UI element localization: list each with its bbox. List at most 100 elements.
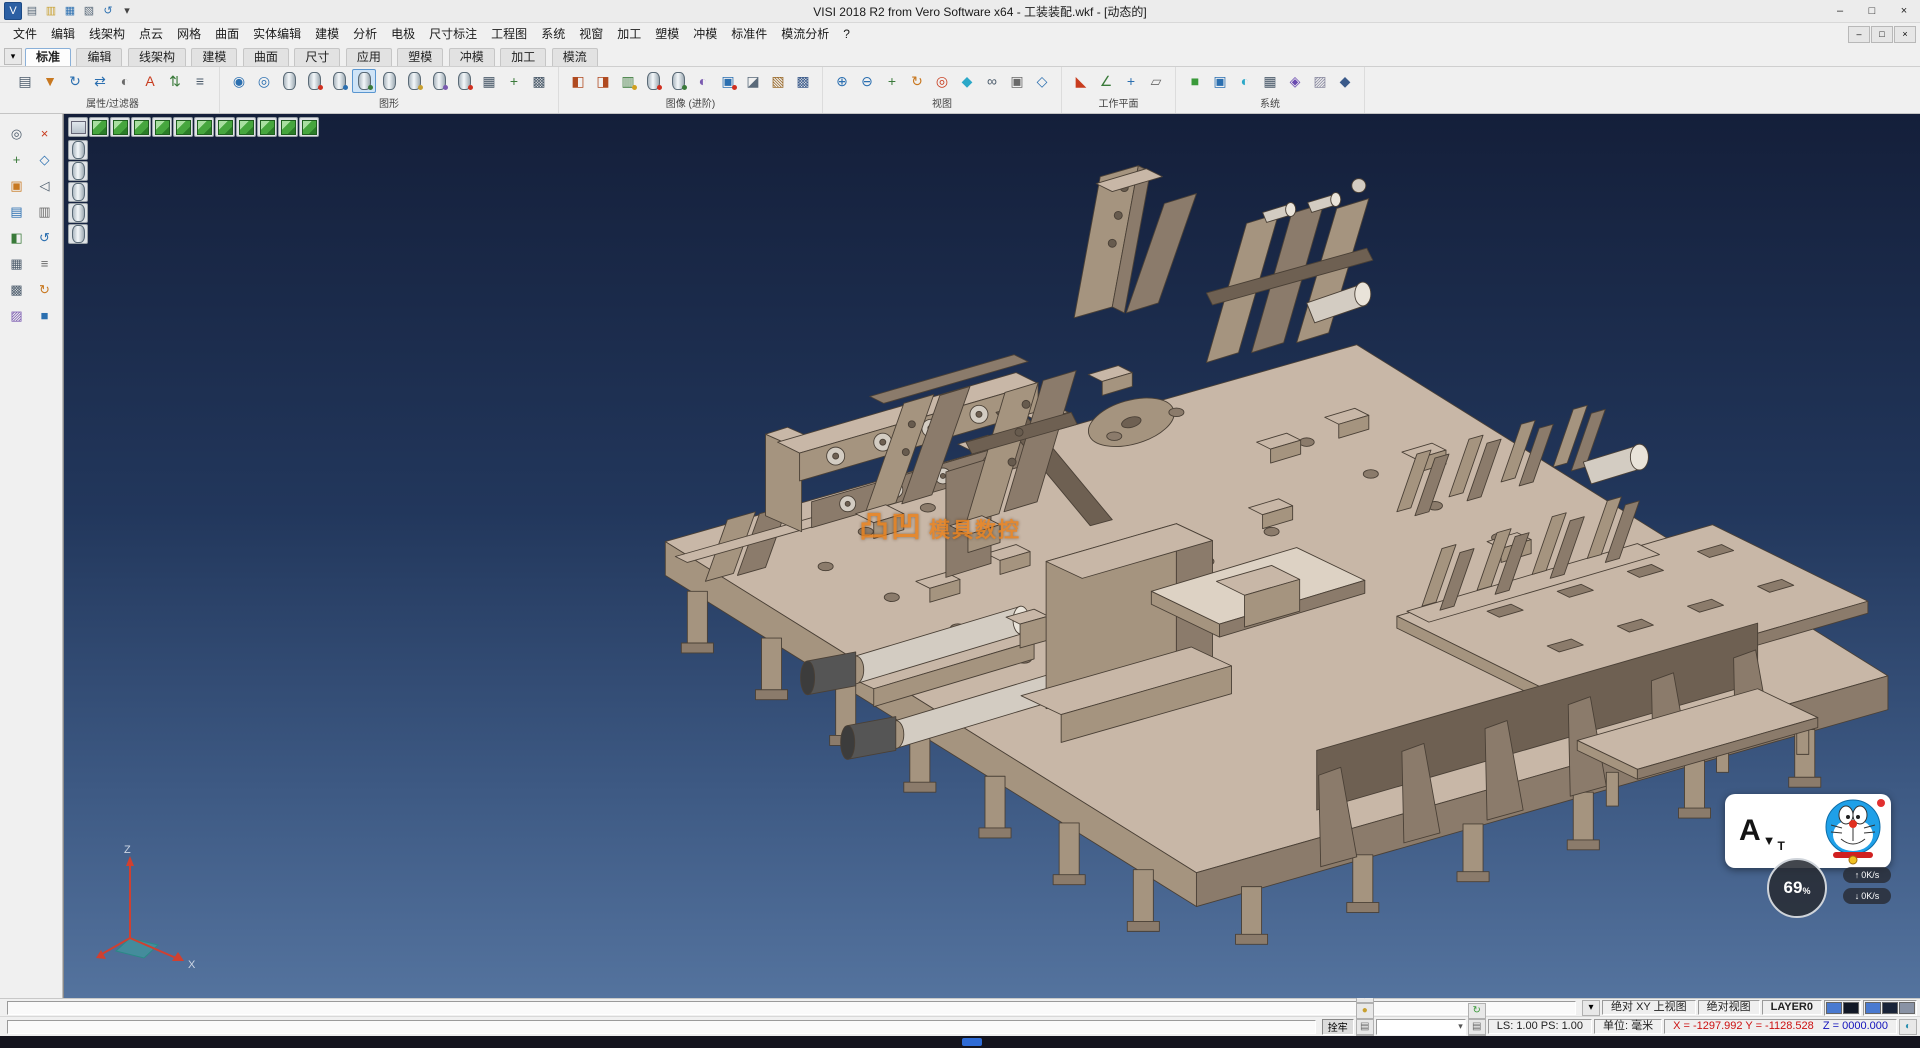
- view-right-icon[interactable]: [173, 117, 193, 137]
- shaded-display-icon[interactable]: [302, 69, 326, 93]
- menu-item[interactable]: 视窗: [572, 24, 610, 44]
- pan-icon[interactable]: +: [880, 69, 904, 93]
- view-iso2-icon[interactable]: [236, 117, 256, 137]
- outline-display-icon[interactable]: [402, 69, 426, 93]
- list-icon[interactable]: ≡: [188, 69, 212, 93]
- workplane-3pt-icon[interactable]: ◣: [1069, 69, 1093, 93]
- report-icon[interactable]: ▤: [1468, 1019, 1486, 1035]
- view-bottom-icon[interactable]: [215, 117, 235, 137]
- ghost-display-icon[interactable]: [377, 69, 401, 93]
- select-tool-icon[interactable]: ◎: [5, 122, 28, 144]
- stereo-icon[interactable]: ∞: [980, 69, 1004, 93]
- shade-mode-icon[interactable]: ◆: [955, 69, 979, 93]
- hatch-tool-icon[interactable]: ▩: [5, 278, 28, 300]
- menu-item[interactable]: 点云: [132, 24, 170, 44]
- ribbon-tab[interactable]: 建模: [191, 48, 237, 66]
- environment-icon[interactable]: ▩: [791, 69, 815, 93]
- settings-icon[interactable]: ◐: [113, 69, 137, 93]
- view-top-icon[interactable]: [194, 117, 214, 137]
- sheet-status-icon[interactable]: ▤: [1356, 1019, 1374, 1035]
- delete-tool-icon[interactable]: ×: [33, 122, 56, 144]
- ribbon-tab[interactable]: 冲模: [449, 48, 495, 66]
- macro-icon[interactable]: ▨: [1308, 69, 1332, 93]
- color-swatch[interactable]: [1899, 1002, 1915, 1014]
- menu-item[interactable]: 电极: [384, 24, 422, 44]
- menu-item[interactable]: ?: [836, 24, 857, 44]
- solid-tool-icon[interactable]: ▣: [5, 174, 28, 196]
- undo-icon[interactable]: ↺: [99, 2, 117, 20]
- viewport-config-icon[interactable]: [68, 117, 88, 137]
- doraemon-overlay-card[interactable]: A ▼ T: [1725, 794, 1891, 868]
- ribbon-tab[interactable]: 模流: [552, 48, 598, 66]
- menu-item[interactable]: 模流分析: [774, 24, 836, 44]
- color-swatch[interactable]: [1826, 1002, 1842, 1014]
- section-display-icon[interactable]: [427, 69, 451, 93]
- view-mode-segment[interactable]: 绝对 XY 上视图: [1602, 1000, 1696, 1015]
- absolute-view-segment[interactable]: 绝对视图: [1698, 1000, 1760, 1015]
- view-target-icon[interactable]: ◎: [930, 69, 954, 93]
- qat-caret-icon[interactable]: ▾: [118, 2, 136, 20]
- view-left-icon[interactable]: [152, 117, 172, 137]
- grid-tool-icon[interactable]: ▦: [5, 252, 28, 274]
- tabbar-caret-icon[interactable]: ▾: [4, 48, 22, 65]
- display-shaded-edges-icon[interactable]: [68, 203, 88, 223]
- display-hidden-icon[interactable]: [68, 161, 88, 181]
- texture-icon[interactable]: ▥: [616, 69, 640, 93]
- sort-icon[interactable]: ⇅: [163, 69, 187, 93]
- mdi-restore-button[interactable]: □: [1871, 26, 1893, 43]
- globe-icon[interactable]: ◐: [1233, 69, 1257, 93]
- menu-item[interactable]: 冲模: [686, 24, 724, 44]
- extrude-tool-icon[interactable]: ◧: [5, 226, 28, 248]
- undo-tool-icon[interactable]: ↺: [33, 226, 56, 248]
- new-doc-icon[interactable]: ▤: [23, 2, 41, 20]
- workplane-origin-icon[interactable]: +: [1119, 69, 1143, 93]
- material-green-icon[interactable]: [666, 69, 690, 93]
- menu-item[interactable]: 系统: [534, 24, 572, 44]
- scale-segment[interactable]: LS: 1.00 PS: 1.00: [1488, 1019, 1592, 1034]
- attribute-filter-icon[interactable]: A: [138, 69, 162, 93]
- ribbon-tab[interactable]: 塑模: [397, 48, 443, 66]
- minimize-button[interactable]: –: [1824, 1, 1856, 22]
- view-front-icon[interactable]: [110, 117, 130, 137]
- redraw-icon[interactable]: ◉: [227, 69, 251, 93]
- filter-icon[interactable]: ▼: [38, 69, 62, 93]
- ribbon-tab[interactable]: 标准: [25, 48, 71, 66]
- menu-item[interactable]: 塑模: [648, 24, 686, 44]
- view-back-icon[interactable]: [131, 117, 151, 137]
- layer-segment[interactable]: LAYER0: [1762, 1000, 1822, 1015]
- transparency-icon[interactable]: ▧: [766, 69, 790, 93]
- menu-item[interactable]: 尺寸标注: [422, 24, 484, 44]
- workplane-face-icon[interactable]: ▱: [1144, 69, 1168, 93]
- maximize-button[interactable]: □: [1856, 1, 1888, 22]
- color-swatch[interactable]: [1865, 1002, 1881, 1014]
- menu-item[interactable]: 编辑: [44, 24, 82, 44]
- display-wireframe-icon[interactable]: [68, 140, 88, 160]
- license-icon[interactable]: ◆: [1333, 69, 1357, 93]
- rotate-view-icon[interactable]: ↻: [905, 69, 929, 93]
- plugins-icon[interactable]: ◈: [1283, 69, 1307, 93]
- mdi-close-button[interactable]: ×: [1894, 26, 1916, 43]
- lighting-icon[interactable]: ▣: [716, 69, 740, 93]
- ribbon-tab[interactable]: 曲面: [243, 48, 289, 66]
- color-swatch[interactable]: [1843, 1002, 1859, 1014]
- system-settings-icon[interactable]: ■: [1183, 69, 1207, 93]
- list-tool-icon[interactable]: ≡: [33, 252, 56, 274]
- render-right-icon[interactable]: ◨: [591, 69, 615, 93]
- monitor-icon[interactable]: ▣: [1208, 69, 1232, 93]
- orbit-tool-icon[interactable]: ◁: [33, 174, 56, 196]
- zoom-out-icon[interactable]: ⊖: [855, 69, 879, 93]
- layers-tool-icon[interactable]: ▥: [33, 200, 56, 222]
- snap-mode-combo[interactable]: ▾: [1376, 1019, 1466, 1035]
- viewport-canvas[interactable]: 凸凹模具数控 Z X A ▼ T: [63, 114, 1920, 998]
- background-icon[interactable]: ▩: [527, 69, 551, 93]
- menu-item[interactable]: 实体编辑: [246, 24, 308, 44]
- display-ghost-icon[interactable]: [68, 224, 88, 244]
- sketch-tool-icon[interactable]: ◇: [33, 148, 56, 170]
- view-iso4-icon[interactable]: [278, 117, 298, 137]
- print-icon[interactable]: ▧: [80, 2, 98, 20]
- menu-item[interactable]: 加工: [610, 24, 648, 44]
- analysis-display-icon[interactable]: [452, 69, 476, 93]
- menu-item[interactable]: 工程图: [484, 24, 534, 44]
- menu-item[interactable]: 建模: [308, 24, 346, 44]
- view-iso3-icon[interactable]: [257, 117, 277, 137]
